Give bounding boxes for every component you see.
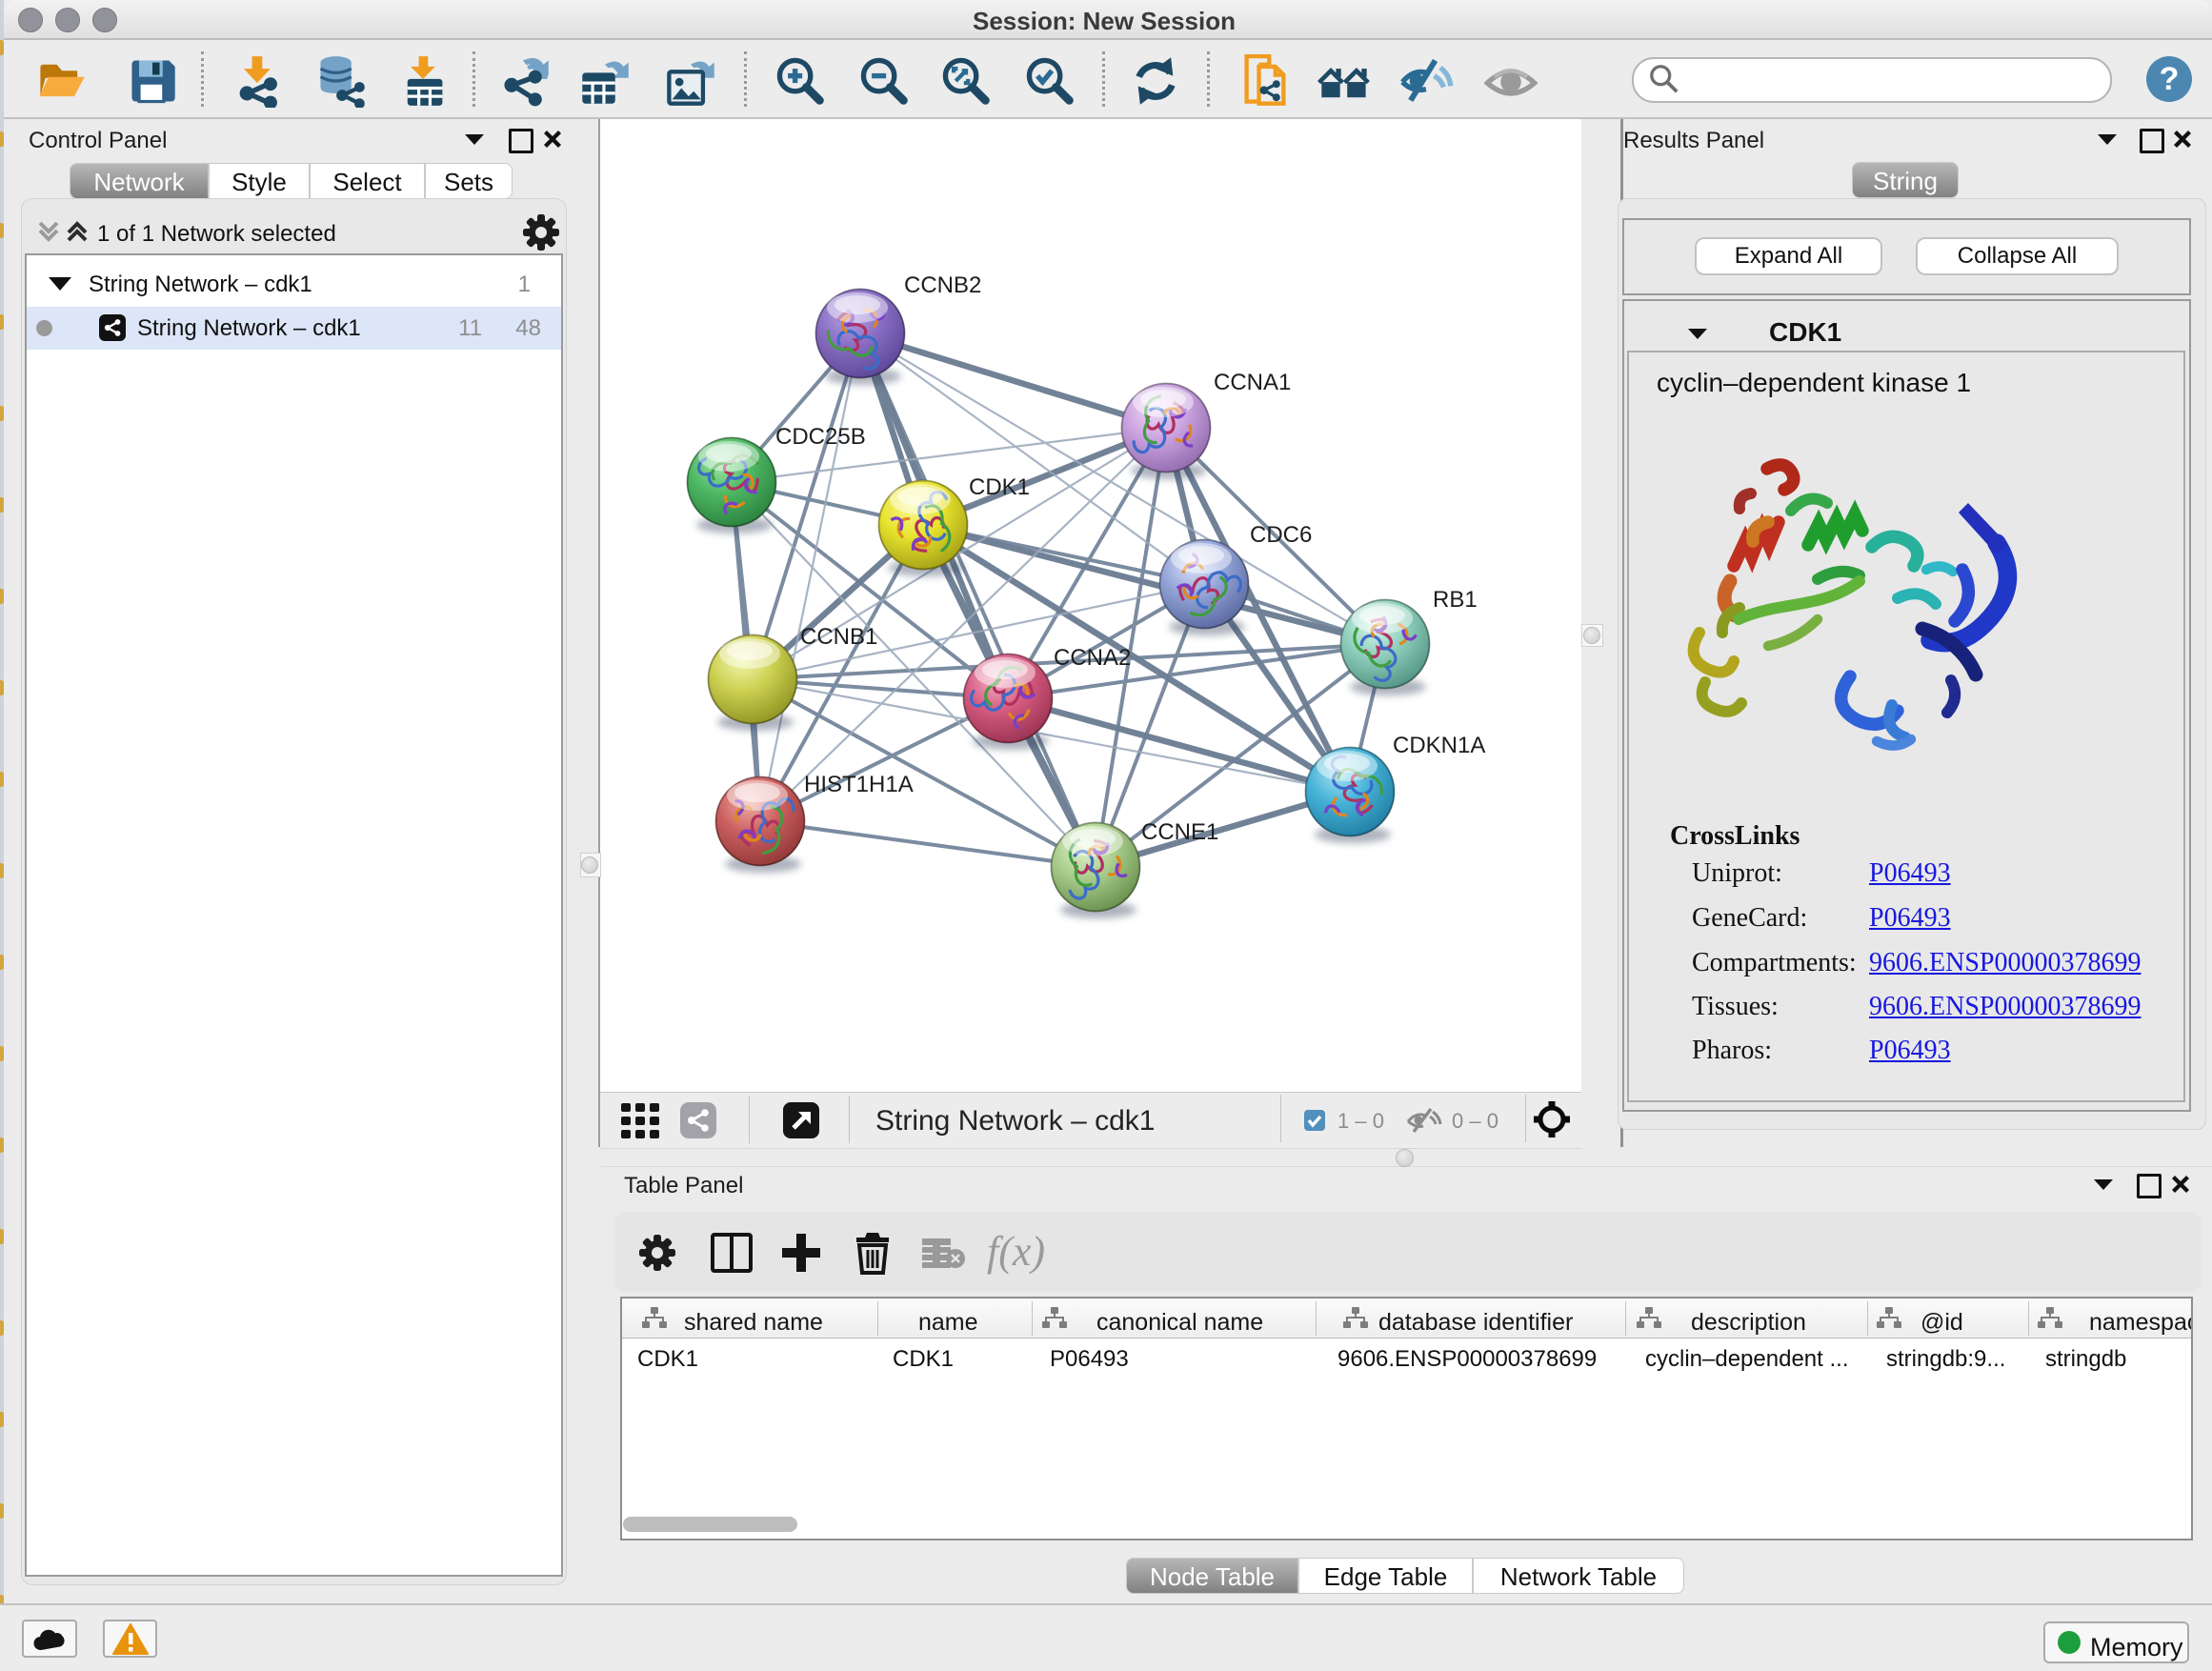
svg-text:CDK1: CDK1 [969, 474, 1030, 500]
svg-text:CCNA1: CCNA1 [1214, 370, 1291, 395]
svg-text:HIST1H1A: HIST1H1A [804, 772, 914, 797]
svg-text:CDKN1A: CDKN1A [1393, 733, 1485, 758]
svg-text:CCNB2: CCNB2 [904, 272, 981, 298]
svg-text:RB1: RB1 [1433, 587, 1478, 613]
svg-text:CDC25B: CDC25B [775, 424, 866, 450]
svg-text:CCNE1: CCNE1 [1141, 819, 1218, 845]
svg-text:CCNA2: CCNA2 [1054, 645, 1131, 671]
svg-text:CDC6: CDC6 [1250, 522, 1312, 548]
svg-text:CCNB1: CCNB1 [800, 624, 877, 650]
